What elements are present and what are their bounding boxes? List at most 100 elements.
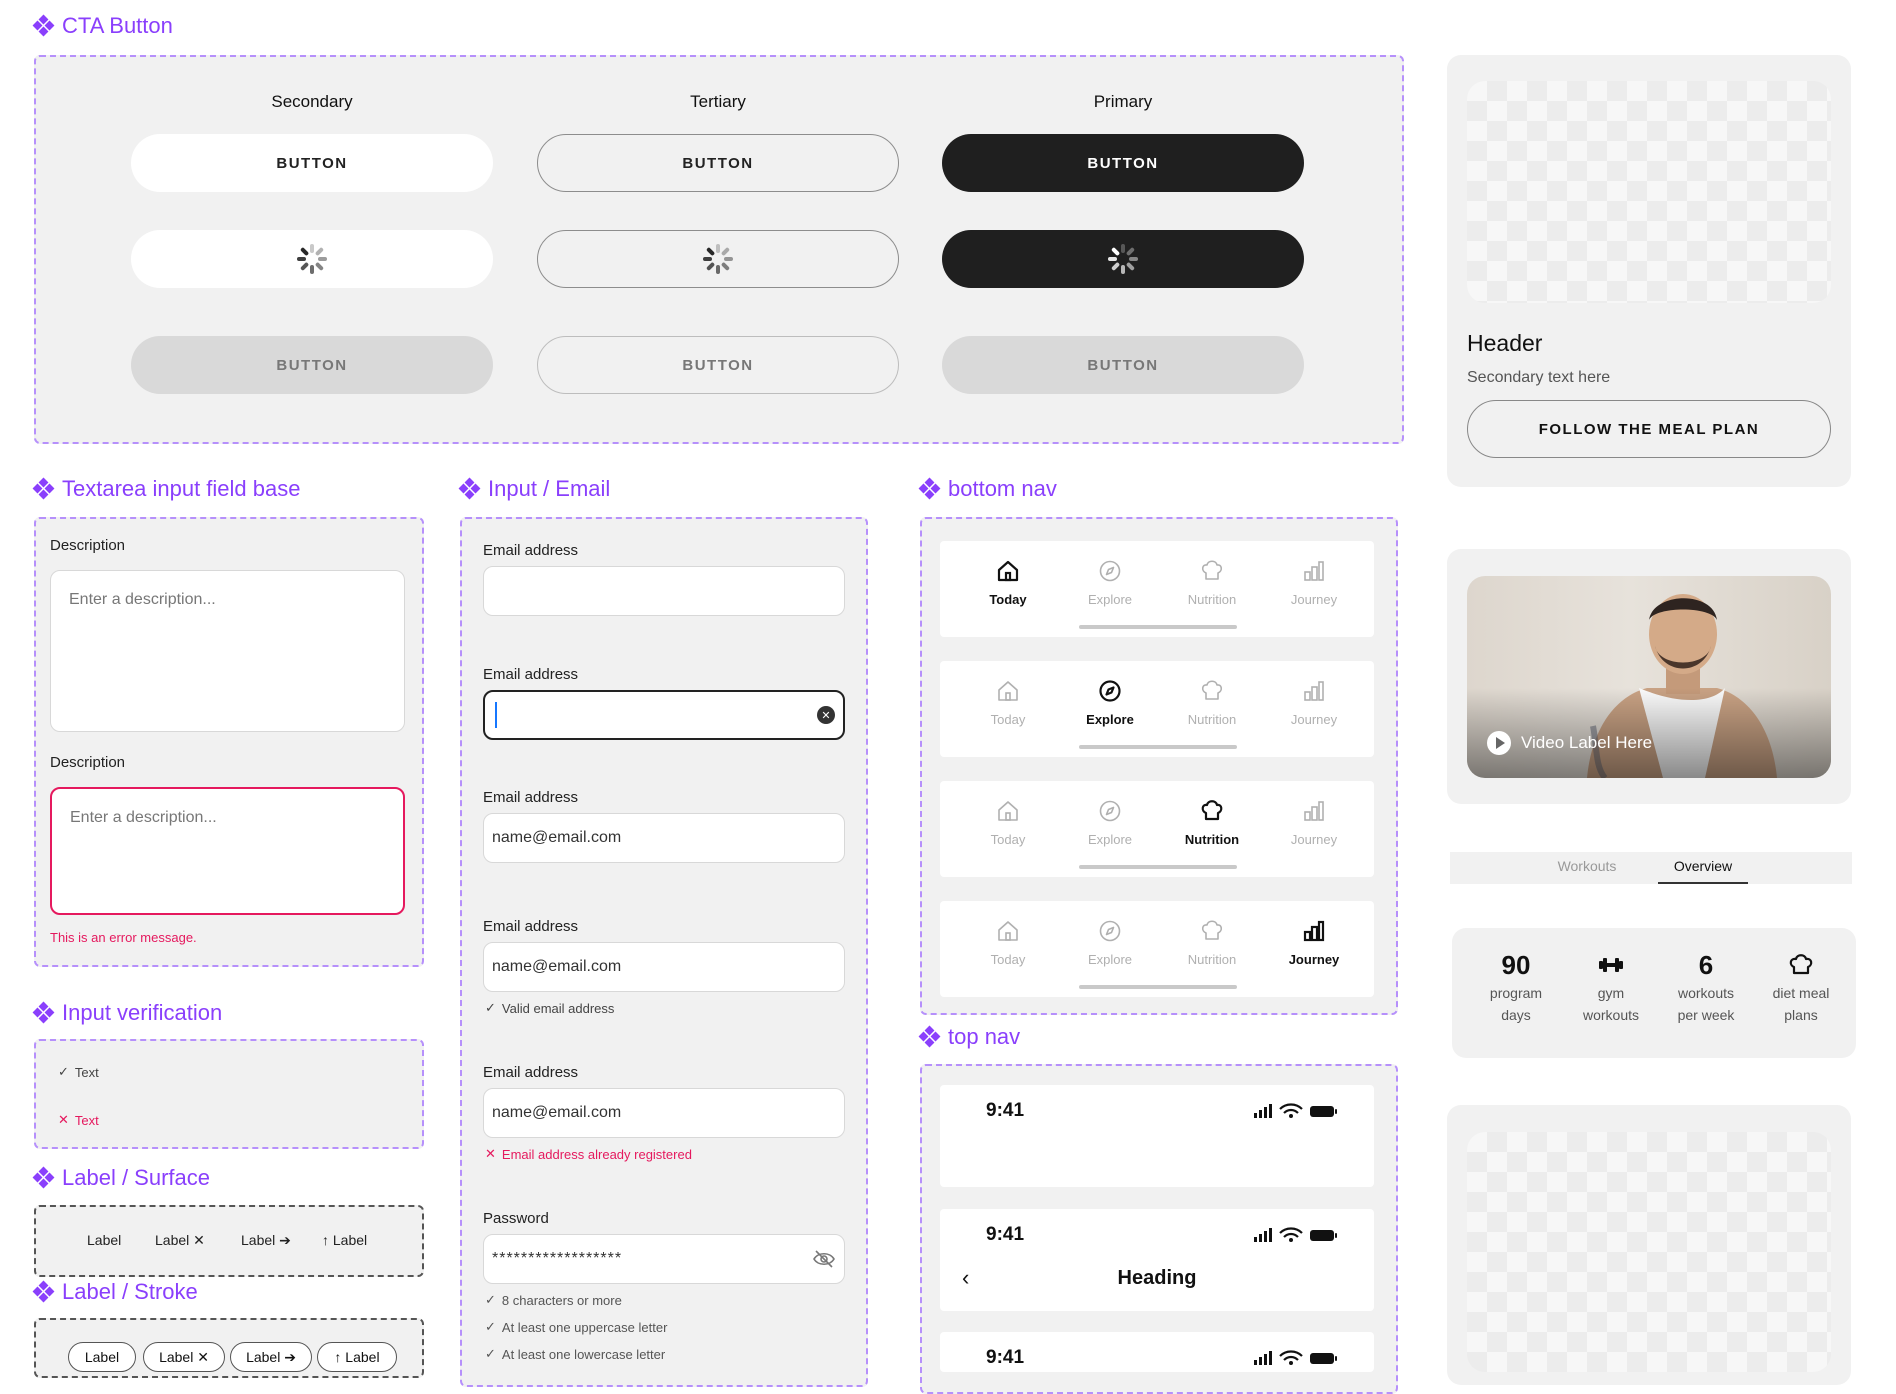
home-indicator <box>1079 625 1237 629</box>
compass-icon <box>1098 919 1122 946</box>
top-nav-bar: 9:41 <box>940 1085 1374 1187</box>
play-icon[interactable] <box>1487 731 1511 755</box>
nav-item-label: Explore <box>1087 832 1133 847</box>
video-label: Video Label Here <box>1487 731 1652 755</box>
label-pill-up[interactable]: ↑ Label <box>317 1342 397 1372</box>
check-icon: ✓ <box>58 1064 69 1079</box>
battery-icon <box>1310 1106 1337 1117</box>
nav-item-nutrition[interactable]: Nutrition <box>1172 559 1252 607</box>
tertiary-button-loading[interactable] <box>537 230 899 288</box>
follow-meal-plan-button[interactable]: FOLLOW THE MEAL PLAN <box>1467 400 1831 458</box>
component-icon <box>918 1025 941 1048</box>
nav-item-today[interactable]: Today <box>968 919 1048 967</box>
primary-button-loading[interactable] <box>942 230 1304 288</box>
nav-item-explore[interactable]: Explore <box>1070 559 1150 607</box>
chart-icon <box>1302 919 1326 946</box>
description-textarea[interactable]: Enter a description... <box>50 570 405 732</box>
nav-item-journey[interactable]: Journey <box>1274 799 1354 847</box>
status-time: 9:41 <box>986 1347 1025 1368</box>
email-input-focused[interactable]: ✕ <box>483 690 845 740</box>
nav-item-nutrition[interactable]: Nutrition <box>1172 919 1252 967</box>
label-chip[interactable]: Label <box>87 1232 121 1248</box>
nav-item-label: Journey <box>1288 952 1340 967</box>
battery-icon <box>1310 1353 1337 1364</box>
check-icon: ✓ <box>485 1319 496 1334</box>
bottom-nav-bar: Today Explore Nutrition Journey <box>940 661 1374 757</box>
stat-gym-workouts: gym workouts <box>1566 948 1656 1026</box>
nav-item-label: Nutrition <box>1187 952 1237 967</box>
email-input-filled[interactable]: name@email.com <box>483 813 845 863</box>
nav-item-label: Today <box>990 712 1026 727</box>
password-rule-3: ✓ At least one lowercase letter <box>485 1346 666 1362</box>
email-input-error[interactable]: name@email.com <box>483 1088 845 1138</box>
home-icon <box>996 559 1020 586</box>
check-icon: ✓ <box>485 1000 496 1015</box>
nav-item-label: Today <box>990 832 1026 847</box>
password-rule-2: ✓ At least one uppercase letter <box>485 1319 668 1335</box>
label-chip-arrow[interactable]: Label ➔ <box>241 1232 291 1249</box>
chef-hat-icon <box>1200 799 1224 826</box>
video-thumbnail[interactable]: Video Label Here <box>1467 576 1831 778</box>
email-input-valid[interactable]: name@email.com <box>483 942 845 992</box>
label-pill-close[interactable]: Label ✕ <box>143 1342 225 1372</box>
clear-icon[interactable]: ✕ <box>817 706 835 724</box>
nav-item-label: Journey <box>1290 832 1338 847</box>
nav-item-journey[interactable]: Journey <box>1274 559 1354 607</box>
nav-item-label: Nutrition <box>1187 712 1237 727</box>
component-icon <box>32 1001 55 1024</box>
nav-item-nutrition[interactable]: Nutrition <box>1172 679 1252 727</box>
nav-item-today[interactable]: Today <box>968 679 1048 727</box>
nav-item-label: Explore <box>1087 592 1133 607</box>
nav-item-explore[interactable]: Explore <box>1070 679 1150 727</box>
nav-item-nutrition[interactable]: Nutrition <box>1172 799 1252 847</box>
secondary-button[interactable]: BUTTON <box>131 134 493 192</box>
tab-overview[interactable]: Overview <box>1658 858 1748 874</box>
nav-item-explore[interactable]: Explore <box>1070 919 1150 967</box>
valid-email-hint: ✓ Valid email address <box>485 1000 615 1016</box>
description-textarea-error[interactable]: Enter a description... <box>50 787 405 915</box>
compass-icon <box>1098 679 1122 706</box>
chef-hat-icon <box>1789 954 1813 975</box>
tab-indicator <box>1658 882 1748 884</box>
label-pill-arrow[interactable]: Label ➔ <box>230 1342 312 1372</box>
eye-off-icon[interactable] <box>812 1249 836 1269</box>
spinner-icon <box>703 244 733 274</box>
spinner-icon <box>297 244 327 274</box>
nav-item-today[interactable]: Today <box>968 559 1048 607</box>
top-nav-bar-3: 9:41 <box>940 1332 1374 1372</box>
label-pill[interactable]: Label <box>68 1342 136 1372</box>
signal-icon <box>1254 1104 1272 1118</box>
nav-item-label: Nutrition <box>1187 592 1237 607</box>
close-icon: ✕ <box>485 1146 496 1161</box>
nav-item-journey[interactable]: Journey <box>1274 919 1354 967</box>
wifi-icon <box>1279 1227 1303 1242</box>
email-input-empty[interactable] <box>483 566 845 616</box>
nav-item-explore[interactable]: Explore <box>1070 799 1150 847</box>
verification-error: ✕ Text <box>58 1112 99 1128</box>
secondary-button-loading[interactable] <box>131 230 493 288</box>
section-title-bottom-nav: bottom nav <box>918 476 1057 502</box>
nav-item-journey[interactable]: Journey <box>1274 679 1354 727</box>
wifi-icon <box>1279 1103 1303 1118</box>
nav-item-label: Explore <box>1086 712 1134 727</box>
status-icons <box>1254 1350 1340 1371</box>
compass-icon <box>1098 559 1122 586</box>
label-chip-close[interactable]: Label ✕ <box>155 1232 205 1249</box>
tertiary-button[interactable]: BUTTON <box>537 134 899 192</box>
section-title-input-verification: Input verification <box>32 1000 222 1026</box>
password-input[interactable]: ****************** <box>483 1234 845 1284</box>
label-chip-up[interactable]: ↑ Label <box>322 1232 367 1248</box>
column-header-primary: Primary <box>1093 92 1153 111</box>
signal-icon <box>1254 1228 1272 1242</box>
status-icons <box>1254 1227 1340 1248</box>
home-icon <box>996 799 1020 826</box>
nav-item-today[interactable]: Today <box>968 799 1048 847</box>
chef-hat-icon <box>1200 919 1224 946</box>
primary-button[interactable]: BUTTON <box>942 134 1304 192</box>
tab-workouts[interactable]: Workouts <box>1542 858 1632 874</box>
email-label-valid: Email address <box>483 918 579 935</box>
spinner-icon <box>1108 244 1138 274</box>
bottom-nav-bar: Today Explore Nutrition Journey <box>940 901 1374 997</box>
component-icon <box>918 477 941 500</box>
stat-program-days: 90 program days <box>1489 950 1543 1023</box>
